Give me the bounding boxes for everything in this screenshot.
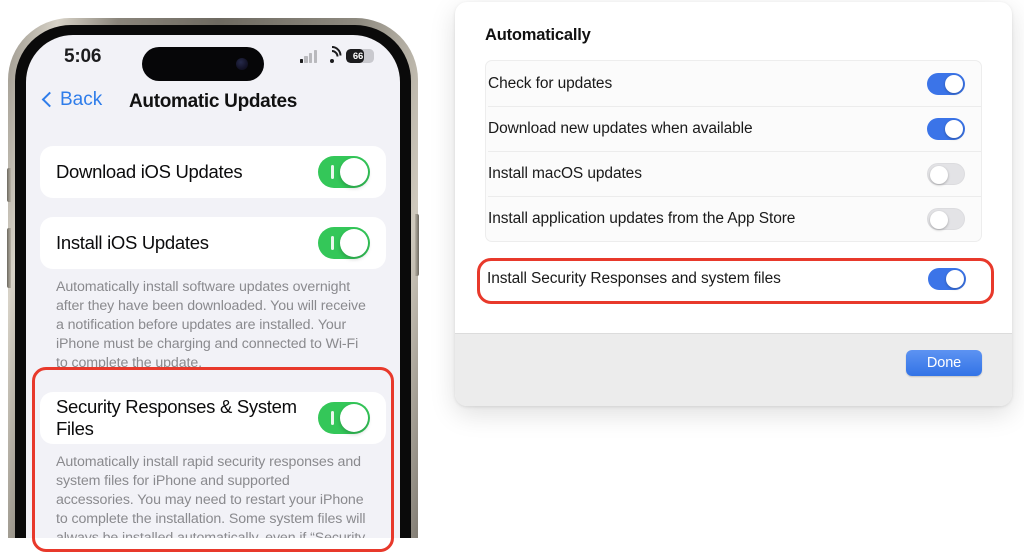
toggle-check-for-updates[interactable] (927, 72, 965, 95)
section-title: Automatically (485, 26, 591, 44)
mac-row-download-new-updates[interactable]: Download new updates when available (486, 106, 981, 151)
iphone-device: 5:06 66 Back Automatic Updates Download … (7, 18, 419, 552)
mac-row-check-for-updates[interactable]: Check for updates (486, 61, 981, 106)
phone-screen: 5:06 66 Back Automatic Updates Download … (26, 35, 400, 538)
ios-row-security-responses[interactable]: Security Responses & System Files (40, 392, 386, 444)
row-label: Install Security Responses and system fi… (487, 269, 781, 287)
toggle-download-new-updates[interactable] (927, 117, 965, 140)
status-bar-time: 5:06 (64, 46, 102, 67)
battery-icon: 66 (346, 49, 374, 63)
security-responses-footnote: Automatically install rapid security res… (56, 454, 366, 538)
page-title: Automatic Updates (128, 91, 298, 112)
battery-percent: 66 (352, 50, 364, 62)
cellular-signal-icon (299, 49, 317, 63)
toggle-download-ios-updates[interactable] (318, 156, 370, 188)
mac-row-install-macos-updates[interactable]: Install macOS updates (486, 151, 981, 196)
row-label: Install macOS updates (488, 164, 642, 182)
front-camera-icon (236, 58, 248, 70)
sheet-content: Automatically Check for updates Download… (455, 2, 1012, 301)
toggle-install-app-store-updates[interactable] (927, 207, 965, 230)
ios-status-bar: 5:06 66 (26, 35, 400, 83)
toggle-security-responses[interactable] (318, 402, 370, 434)
mac-options-card: Check for updates Download new updates w… (485, 60, 982, 242)
install-updates-footnote: Automatically install software updates o… (56, 279, 366, 371)
phone-power-button[interactable] (415, 214, 419, 276)
sheet-footer: Done (455, 333, 1012, 406)
ios-row-install-ios-updates[interactable]: Install iOS Updates (40, 217, 386, 269)
row-label: Install iOS Updates (56, 232, 209, 253)
dynamic-island (142, 47, 264, 81)
ios-row-download-ios-updates[interactable]: Download iOS Updates (40, 146, 386, 198)
mac-row-install-app-store-updates[interactable]: Install application updates from the App… (486, 196, 981, 241)
row-label: Install application updates from the App… (488, 209, 796, 227)
status-bar-indicators: 66 (299, 41, 374, 69)
row-label: Check for updates (488, 74, 613, 92)
toggle-install-ios-updates[interactable] (318, 227, 370, 259)
mac-row-install-security-responses[interactable]: Install Security Responses and system fi… (485, 256, 982, 301)
row-label: Download iOS Updates (56, 161, 243, 182)
done-button[interactable]: Done (906, 350, 982, 376)
macos-software-update-sheet: Automatically Check for updates Download… (455, 2, 1012, 406)
screenshot-canvas: 5:06 66 Back Automatic Updates Download … (0, 0, 1024, 552)
toggle-install-security-responses[interactable] (928, 267, 966, 290)
row-label: Download new updates when available (488, 119, 753, 137)
toggle-install-macos-updates[interactable] (927, 162, 965, 185)
ios-nav-bar: Back Automatic Updates (26, 83, 400, 127)
row-label: Security Responses & System Files (56, 396, 297, 439)
ios-settings-list: Download iOS Updates Install iOS Updates (26, 127, 400, 538)
wifi-icon (318, 41, 345, 69)
